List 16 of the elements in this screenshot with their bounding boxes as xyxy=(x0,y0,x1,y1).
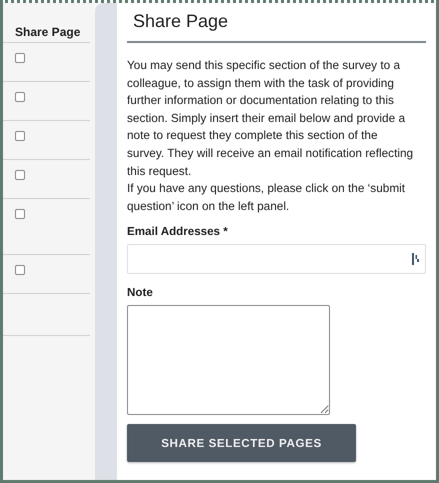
share-button[interactable]: SHARE SELECTED PAGES xyxy=(127,424,356,462)
checkbox[interactable] xyxy=(15,265,25,275)
checkbox[interactable] xyxy=(15,92,25,102)
panel-title: Share Page xyxy=(133,11,230,33)
checkbox[interactable] xyxy=(15,53,25,63)
checkbox[interactable] xyxy=(15,170,25,180)
email-field[interactable] xyxy=(127,244,426,274)
field-label: Note xyxy=(127,286,154,300)
field-label: Email Addresses * xyxy=(127,225,229,238)
column-header: Share Page xyxy=(3,25,90,43)
description-text: You may send this specific section of the survey to a colleague, to assign them with the task of providing further information or documentation relating to this section. Simply insert their email below and provide a note to request they complete this section of the survey. They will receive an email notification reflecting this request. xyxy=(127,57,414,180)
checkbox[interactable] xyxy=(15,131,25,141)
note-field[interactable] xyxy=(127,305,330,416)
extension-icon[interactable] xyxy=(412,253,419,266)
description-text: If you have any questions, please click on the ‘submit question’ icon on the left panel. xyxy=(127,180,406,215)
checkbox[interactable] xyxy=(15,209,25,219)
